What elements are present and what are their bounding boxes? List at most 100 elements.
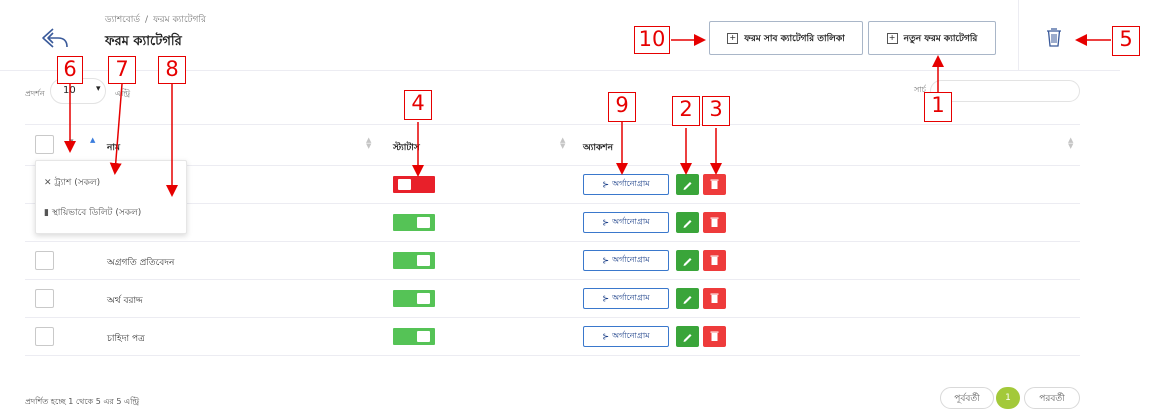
delete-button[interactable] [703,174,726,195]
organogram-icon: ⊱ [602,332,610,341]
pencil-icon [683,220,692,228]
show-entries-label: প্রদর্শন [25,89,45,98]
annotation-label: 7 [108,56,136,84]
pagination-info: প্রদর্শিত হচ্ছে 1 থেকে 5 এর 5 এন্ট্রি [25,397,140,406]
organogram-button[interactable]: ⊱ অর্গানোগ্রাম [583,212,669,233]
status-toggle[interactable] [393,328,435,345]
breadcrumb-separator: / [145,15,149,25]
delete-icon [710,293,719,303]
organogram-label: অর্গানোগ্রাম [612,179,650,188]
edit-button[interactable] [676,250,699,271]
organogram-button[interactable]: ⊱ অর্গানোগ্রাম [583,288,669,309]
edit-button[interactable] [676,174,699,195]
entries-label: এন্ট্রি [115,89,131,98]
column-header-action[interactable]: অ্যাকশন [583,140,613,155]
annotation-label: 8 [158,56,186,84]
edit-button[interactable] [676,212,699,233]
bulk-menu-toggle-icon[interactable]: ▾ [69,138,74,147]
subcategory-list-label: ফরম সাব ক্যাটেগরি তালিকা [744,33,845,44]
row-checkbox[interactable] [35,251,54,270]
edit-button[interactable] [676,288,699,309]
bulk-delete-permanent-all[interactable]: ▮ স্থায়িভাবে ডিলিট (সকল) [44,205,141,220]
delete-icon [710,255,719,265]
organogram-label: অর্গানোগ্রাম [612,217,650,226]
pagination-previous[interactable]: পূর্ববর্তী [940,387,994,409]
organogram-button[interactable]: ⊱ অর্গানোগ্রাম [583,174,669,195]
sort-asc-icon[interactable]: ▲ [90,137,95,144]
delete-icon: ▮ [44,208,52,218]
trash-icon [1047,28,1061,47]
annotation-label: 4 [404,90,432,120]
delete-icon [710,331,719,341]
delete-button[interactable] [703,326,726,347]
organogram-label: অর্গানোগ্রাম [612,293,650,302]
organogram-label: অর্গানোগ্রাম [612,255,650,264]
delete-icon [710,179,719,189]
bulk-action-menu: ✕ ট্র্যাশ (সকল) ▮ স্থায়িভাবে ডিলিট (সকল… [35,160,187,234]
delete-button[interactable] [703,250,726,271]
status-toggle[interactable] [393,290,435,307]
bulk-trash-all[interactable]: ✕ ট্র্যাশ (সকল) [44,175,100,190]
entries-value: 10 [63,85,76,96]
plus-box-icon: + [727,32,739,44]
bulk-delete-permanent-label: স্থায়িভাবে ডিলিট (সকল) [51,208,142,218]
organogram-button[interactable]: ⊱ অর্গানোগ্রাম [583,250,669,271]
header-divider [1018,0,1019,70]
subcategory-list-button[interactable]: + ফরম সাব ক্যাটেগরি তালিকা [709,21,863,55]
toggle-knob [417,293,430,304]
pencil-icon [683,258,692,266]
pagination-current-page[interactable]: 1 [996,387,1020,409]
table-row: অগ্রগতি প্রতিবেদন ⊱ অর্গানোগ্রাম [25,242,1080,280]
status-toggle[interactable] [393,176,435,193]
trash-button[interactable] [1045,26,1063,48]
pagination-next[interactable]: পরবর্তী [1024,387,1080,409]
organogram-button[interactable]: ⊱ অর্গানোগ্রাম [583,326,669,347]
annotation-label: 2 [672,96,700,126]
column-header-status[interactable]: স্ট্যাটাস [393,140,420,155]
delete-icon [710,217,719,227]
breadcrumb-current: ফরম ক্যাটেগরি [153,15,206,25]
back-button[interactable] [40,26,70,50]
column-header-name[interactable]: নাম [107,140,120,155]
pencil-icon [683,182,692,190]
row-name: অর্থ বরাদ্দ [107,296,143,306]
toggle-knob [417,217,430,228]
pencil-icon [683,334,692,342]
sort-icon[interactable]: ▲ ▼ [1068,137,1073,150]
sort-icon[interactable]: ▲ ▼ [366,137,371,150]
chevron-down-icon: ▾ [96,84,101,94]
annotation-label: 5 [1112,26,1140,56]
organogram-icon: ⊱ [602,256,610,265]
annotation-label: 1 [924,92,952,122]
annotation-label: 9 [608,92,636,122]
delete-button[interactable] [703,288,726,309]
select-all-checkbox[interactable] [35,135,54,154]
search-input[interactable] [930,80,1080,102]
page-title: ফরম ক্যাটেগরি [105,34,182,49]
row-name: অগ্রগতি প্রতিবেদন [107,258,175,268]
edit-button[interactable] [676,326,699,347]
pencil-icon [683,296,692,304]
toggle-knob [417,255,430,266]
back-arrow-icon [42,28,68,48]
status-toggle[interactable] [393,214,435,231]
new-category-label: নতুন ফরম ক্যাটেগরি [903,33,978,44]
annotation-label: 10 [634,26,670,54]
row-checkbox[interactable] [35,327,54,346]
row-name: চাহিদা পত্র [107,334,145,344]
breadcrumb: ড্যাশবোর্ড / ফরম ক্যাটেগরি [105,12,206,27]
row-checkbox[interactable] [35,289,54,308]
annotation-label: 3 [702,96,730,126]
annotation-label: 6 [57,56,83,84]
toggle-knob [398,179,411,190]
breadcrumb-dashboard-link[interactable]: ড্যাশবোর্ড [105,15,140,25]
new-category-button[interactable]: + নতুন ফরম ক্যাটেগরি [868,21,996,55]
organogram-label: অর্গানোগ্রাম [612,331,650,340]
table-row: চাহিদা পত্র ⊱ অর্গানোগ্রাম [25,318,1080,356]
table-row: অর্থ বরাদ্দ ⊱ অর্গানোগ্রাম [25,280,1080,318]
organogram-icon: ⊱ [602,294,610,303]
organogram-icon: ⊱ [602,180,610,189]
sort-icon[interactable]: ▲ ▼ [560,137,565,150]
status-toggle[interactable] [393,252,435,269]
delete-button[interactable] [703,212,726,233]
